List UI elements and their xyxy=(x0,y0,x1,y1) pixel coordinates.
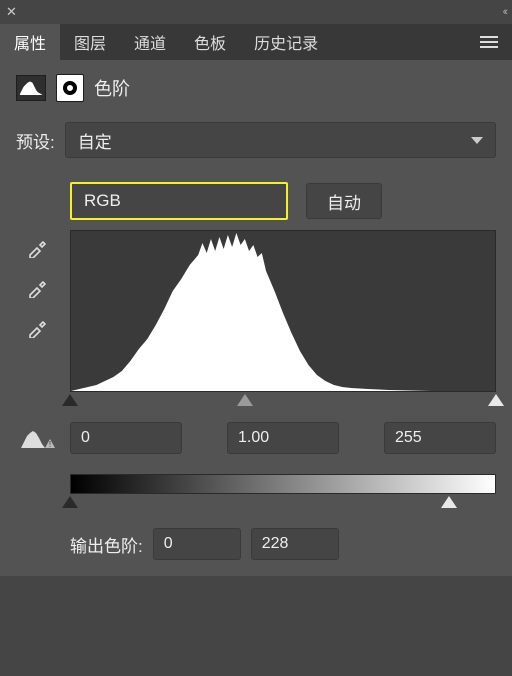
output-black-handle[interactable] xyxy=(62,496,78,508)
panel-topbar: ✕ ‹‹ xyxy=(0,0,512,24)
input-black-field[interactable]: 0 xyxy=(70,422,182,454)
input-white-field[interactable]: 255 xyxy=(384,422,496,454)
close-icon[interactable]: ✕ xyxy=(6,4,17,20)
eyedropper-gray-icon[interactable] xyxy=(27,276,49,298)
input-gamma-field[interactable]: 1.00 xyxy=(227,422,339,454)
chevron-down-icon xyxy=(471,137,483,144)
output-gradient xyxy=(70,474,496,494)
panel-title: 色阶 xyxy=(94,75,130,101)
output-levels-label: 输出色阶: xyxy=(70,532,143,557)
eyedropper-tools xyxy=(16,230,60,410)
tab-history[interactable]: 历史记录 xyxy=(240,24,332,60)
preset-label: 预设: xyxy=(16,128,55,153)
histogram-icon xyxy=(16,75,46,101)
input-white-handle[interactable] xyxy=(488,394,504,406)
input-black-handle[interactable] xyxy=(62,394,78,406)
tab-layers[interactable]: 图层 xyxy=(60,24,120,60)
output-levels-slider[interactable] xyxy=(70,494,496,512)
eyedropper-black-icon[interactable] xyxy=(27,236,49,258)
histogram-display xyxy=(70,230,496,392)
collapse-icon[interactable]: ‹‹ xyxy=(503,6,506,18)
channel-value: RGB xyxy=(84,191,121,211)
auto-button[interactable]: 自动 xyxy=(306,183,382,219)
output-white-handle[interactable] xyxy=(441,496,457,508)
preset-value: 自定 xyxy=(78,128,112,153)
output-white-field[interactable]: 228 xyxy=(251,528,339,560)
tab-properties[interactable]: 属性 xyxy=(0,24,60,60)
tab-channels[interactable]: 通道 xyxy=(120,24,180,60)
input-gamma-handle[interactable] xyxy=(237,394,253,406)
adjustment-mask-icon[interactable] xyxy=(56,74,84,102)
svg-text:!: ! xyxy=(49,440,51,448)
levels-panel: 色阶 预设: 自定 RGB 自动 xyxy=(0,60,512,576)
output-black-field[interactable]: 0 xyxy=(153,528,241,560)
tab-swatches[interactable]: 色板 xyxy=(180,24,240,60)
panel-menu-icon[interactable] xyxy=(466,24,512,60)
input-levels-slider[interactable] xyxy=(70,392,496,410)
eyedropper-white-icon[interactable] xyxy=(27,316,49,338)
panel-tabs: 属性 图层 通道 色板 历史记录 xyxy=(0,24,512,60)
preset-select[interactable]: 自定 xyxy=(65,122,496,158)
histogram-warning-icon[interactable]: ! xyxy=(16,428,60,448)
channel-select[interactable]: RGB xyxy=(70,182,288,220)
